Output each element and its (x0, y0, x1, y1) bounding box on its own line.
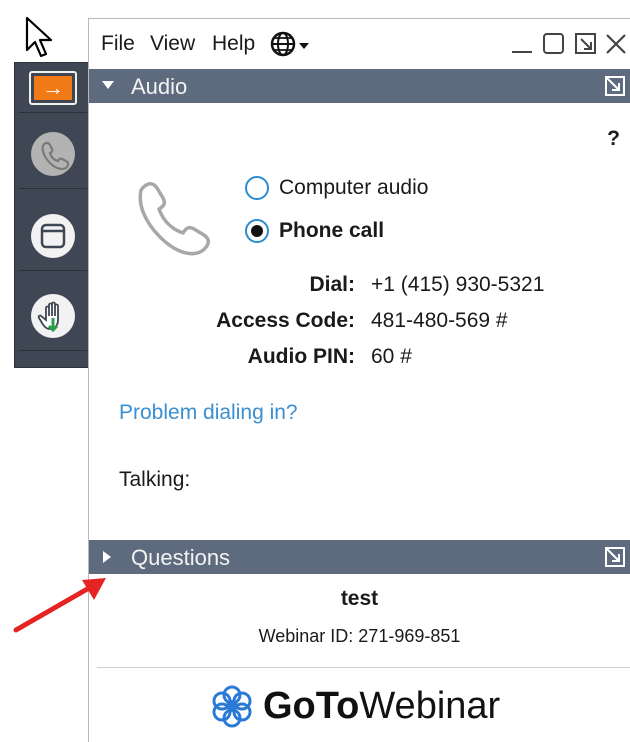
dial-details: Dial: +1 (415) 930-5321 Access Code: 481… (89, 273, 630, 373)
minimize-icon[interactable] (509, 31, 535, 57)
control-strip: → (14, 62, 90, 368)
arrow-right-icon: → (29, 70, 77, 105)
restore-icon[interactable] (573, 31, 599, 57)
gotowebinar-logo: GoTo Webinar (209, 683, 500, 729)
questions-panel-title: Questions (131, 545, 231, 570)
mouse-pointer-icon (25, 16, 53, 58)
menu-view[interactable]: View (150, 32, 195, 56)
audio-panel-title: Audio (131, 74, 188, 99)
phone-call-option[interactable]: Phone call (245, 219, 384, 243)
chevron-down-icon (102, 81, 114, 89)
chevron-right-icon (103, 551, 111, 563)
logo-goto-text: GoTo (263, 684, 360, 727)
close-icon[interactable] (603, 31, 629, 57)
audio-panel-header[interactable]: Audio (89, 69, 630, 103)
questions-panel-header[interactable]: Questions (89, 540, 630, 574)
access-code-value: 481-480-569 # (371, 309, 508, 332)
menu-file[interactable]: File (101, 32, 135, 56)
collapse-panel-button[interactable]: → (19, 63, 87, 113)
popout-icon[interactable] (604, 75, 626, 97)
talking-label: Talking: (119, 468, 191, 491)
phone-icon (31, 131, 75, 176)
audio-button[interactable] (19, 119, 87, 189)
webinar-id: Webinar ID: 271-969-851 (258, 626, 461, 646)
phone-icon (138, 182, 210, 256)
globe-icon[interactable] (269, 30, 313, 58)
show-window-button[interactable] (19, 201, 87, 271)
menu-bar: File View Help (89, 19, 630, 69)
popout-icon[interactable] (604, 546, 626, 568)
help-icon[interactable]: ? (607, 127, 620, 151)
window-icon (31, 213, 75, 258)
audio-pin-row: Audio PIN: 60 # (89, 345, 630, 375)
menu-help[interactable]: Help (212, 32, 255, 56)
computer-audio-option[interactable]: Computer audio (245, 176, 428, 200)
divider (97, 667, 630, 668)
access-code-row: Access Code: 481-480-569 # (89, 309, 630, 339)
radio-phone-call[interactable] (245, 219, 269, 243)
gotowebinar-flower-icon (212, 685, 252, 728)
phone-call-label: Phone call (279, 219, 385, 242)
control-panel-window: File View Help Audio ? Computer audio Ph… (88, 18, 630, 742)
raise-hand-button[interactable] (19, 281, 87, 351)
red-arrow-icon (13, 578, 106, 633)
access-code-label: Access Code: (216, 309, 355, 332)
dial-row: Dial: +1 (415) 930-5321 (89, 273, 630, 303)
problem-dialing-link[interactable]: Problem dialing in? (119, 401, 298, 425)
computer-audio-label: Computer audio (279, 176, 429, 199)
audio-pin-value: 60 # (371, 345, 412, 368)
raise-hand-icon (31, 293, 75, 338)
logo-webinar-text: Webinar (359, 684, 501, 727)
webinar-name: test (340, 587, 379, 610)
audio-pin-label: Audio PIN: (247, 345, 355, 368)
dial-label: Dial: (309, 273, 355, 296)
maximize-icon[interactable] (541, 31, 567, 57)
dial-number: +1 (415) 930-5321 (371, 273, 545, 296)
radio-computer-audio[interactable] (245, 176, 269, 200)
